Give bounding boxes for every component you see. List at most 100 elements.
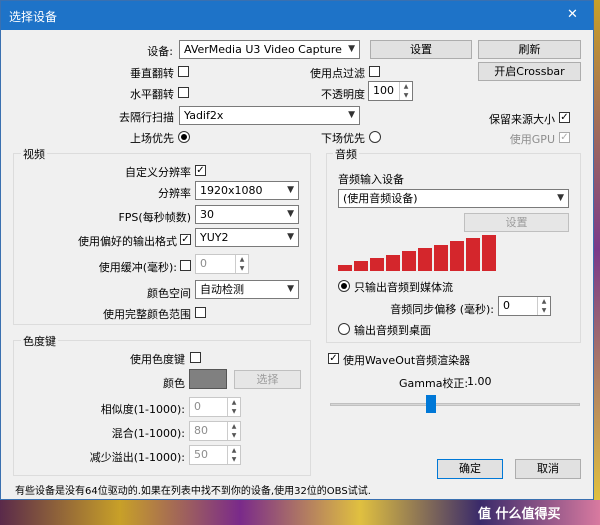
color-space-value: 自动检测 xyxy=(200,283,244,296)
ok-button[interactable]: 确定 xyxy=(437,459,503,479)
audio-input-value: (使用音频设备) xyxy=(343,192,418,205)
chroma-color-swatch[interactable] xyxy=(189,369,227,389)
chevron-down-icon: ▼ xyxy=(287,209,294,219)
chroma-use-label: 使用色度键 xyxy=(130,353,185,366)
color-space-label: 颜色空间 xyxy=(147,287,191,300)
gamma-label: Gamma校正: xyxy=(399,377,469,390)
fps-select[interactable]: 30 ▼ xyxy=(195,205,299,224)
similarity-spinner[interactable]: 0 ▲ ▼ xyxy=(189,397,241,417)
audio-meter-bar xyxy=(482,235,496,271)
spin-arrows-icon: ▲ ▼ xyxy=(399,82,412,100)
waveout-checkbox[interactable]: ✓ xyxy=(328,353,339,364)
audio-meter-bar xyxy=(386,255,400,271)
keep-source-size-label: 保留来源大小 xyxy=(489,113,555,126)
point-filter-label: 使用点过滤 xyxy=(310,67,365,80)
audio-settings-button[interactable]: 设置 xyxy=(464,213,569,232)
top-field-first-radio[interactable] xyxy=(178,131,190,143)
audio-meter-bar xyxy=(354,261,368,271)
top-field-first-label: 上场优先 xyxy=(130,132,174,145)
output-desktop-radio[interactable] xyxy=(338,323,350,335)
use-gpu-checkbox[interactable]: ✓ xyxy=(559,132,570,143)
pref-format-select[interactable]: YUY2 ▼ xyxy=(195,228,299,247)
device-settings-button[interactable]: 设置 xyxy=(370,40,472,59)
full-range-checkbox[interactable] xyxy=(195,307,206,318)
hflip-label: 水平翻转 xyxy=(130,88,174,101)
spin-arrows-icon: ▲ ▼ xyxy=(227,422,240,440)
chevron-down-icon: ▼ xyxy=(287,185,294,195)
chroma-color-label: 颜色 xyxy=(163,377,185,390)
footer-note: 有些设备是没有64位驱动的.如果在列表中找不到你的设备,使用32位的OBS试试. xyxy=(15,486,371,497)
video-group-title: 视频 xyxy=(21,146,47,162)
fps-label: FPS(每秒帧数) xyxy=(118,211,191,224)
color-space-select[interactable]: 自动检测 ▼ xyxy=(195,280,299,299)
pref-format-label: 使用偏好的输出格式 xyxy=(78,235,177,248)
audio-input-select[interactable]: (使用音频设备) ▼ xyxy=(338,189,569,208)
crossbar-button[interactable]: 开启Crossbar xyxy=(478,62,581,81)
desktop-background-right xyxy=(594,0,600,500)
sync-offset-label: 音频同步偏移 (毫秒): xyxy=(390,303,494,316)
spill-label: 减少溢出(1-1000): xyxy=(89,451,185,464)
gamma-slider-track[interactable] xyxy=(330,403,580,406)
deinterlace-label: 去隔行扫描 xyxy=(119,111,174,124)
gamma-slider-thumb[interactable] xyxy=(426,395,436,413)
blend-label: 混合(1-1000): xyxy=(111,427,185,440)
pref-format-checkbox[interactable]: ✓ xyxy=(180,234,191,245)
output-desktop-label: 输出音频到桌面 xyxy=(354,324,431,337)
opacity-spinner[interactable]: 100 ▲ ▼ xyxy=(368,81,413,101)
spin-arrows-icon: ▲ ▼ xyxy=(227,446,240,464)
buffer-value: 0 xyxy=(200,257,207,270)
chroma-select-button[interactable]: 选择 xyxy=(234,370,301,389)
buffer-label: 使用缓冲(毫秒): xyxy=(98,261,177,274)
device-label: 设备: xyxy=(147,45,173,58)
opacity-label: 不透明度 xyxy=(321,88,365,101)
chevron-down-icon: ▼ xyxy=(287,232,294,242)
vflip-checkbox[interactable] xyxy=(178,66,189,77)
output-stream-label: 只输出音频到媒体流 xyxy=(354,281,453,294)
resolution-select[interactable]: 1920x1080 ▼ xyxy=(195,181,299,200)
custom-resolution-label: 自定义分辨率 xyxy=(125,166,191,179)
similarity-value: 0 xyxy=(194,400,201,413)
audio-meter-bar xyxy=(338,265,352,271)
hflip-checkbox[interactable] xyxy=(178,87,189,98)
audio-meter-bar xyxy=(402,251,416,271)
cancel-button[interactable]: 取消 xyxy=(515,459,581,479)
spin-arrows-icon: ▲ ▼ xyxy=(537,297,550,315)
spill-spinner[interactable]: 50 ▲ ▼ xyxy=(189,445,241,465)
buffer-spinner[interactable]: 0 ▲ ▼ xyxy=(195,254,249,274)
gamma-value: 1.00 xyxy=(467,375,492,388)
title-bar: 选择设备 ✕ xyxy=(1,1,593,30)
spill-value: 50 xyxy=(194,448,208,461)
bottom-field-first-label: 下场优先 xyxy=(321,132,365,145)
bottom-field-first-radio[interactable] xyxy=(369,131,381,143)
similarity-label: 相似度(1-1000): xyxy=(100,403,185,416)
audio-meter-bar xyxy=(434,245,448,271)
audio-meter-bar xyxy=(466,238,480,271)
sync-offset-spinner[interactable]: 0 ▲ ▼ xyxy=(498,296,551,316)
audio-input-label: 音频输入设备 xyxy=(338,173,404,186)
close-icon[interactable]: ✕ xyxy=(567,7,578,22)
refresh-button[interactable]: 刷新 xyxy=(478,40,581,59)
opacity-value: 100 xyxy=(373,84,394,97)
window-title: 选择设备 xyxy=(9,10,58,24)
output-stream-radio[interactable] xyxy=(338,280,350,292)
resolution-value: 1920x1080 xyxy=(200,184,263,197)
point-filter-checkbox[interactable] xyxy=(369,66,380,77)
deinterlace-select[interactable]: Yadif2x ▼ xyxy=(179,106,360,125)
waveout-label: 使用WaveOut音频渲染器 xyxy=(343,354,471,367)
custom-resolution-checkbox[interactable]: ✓ xyxy=(195,165,206,176)
audio-meter-bar xyxy=(450,241,464,271)
fps-value: 30 xyxy=(200,208,214,221)
vflip-label: 垂直翻转 xyxy=(130,67,174,80)
resolution-label: 分辨率 xyxy=(158,187,191,200)
chevron-down-icon: ▼ xyxy=(348,44,355,54)
audio-level-meter xyxy=(338,235,500,271)
device-select[interactable]: AVerMedia U3 Video Capture ▼ xyxy=(179,40,360,59)
buffer-checkbox[interactable] xyxy=(180,260,191,271)
chroma-group-title: 色度键 xyxy=(21,333,58,349)
blend-spinner[interactable]: 80 ▲ ▼ xyxy=(189,421,241,441)
chevron-down-icon: ▼ xyxy=(348,110,355,120)
keep-source-size-checkbox[interactable]: ✓ xyxy=(559,112,570,123)
deinterlace-value: Yadif2x xyxy=(184,109,224,122)
watermark-text: 值 什么值得买 xyxy=(478,507,561,522)
chroma-use-checkbox[interactable] xyxy=(190,352,201,363)
